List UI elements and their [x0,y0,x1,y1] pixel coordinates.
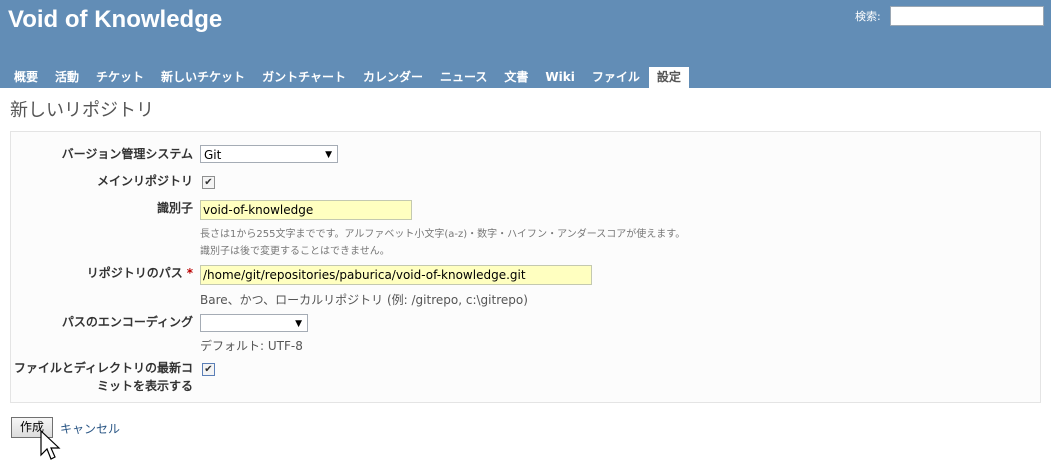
site-title[interactable]: Void of Knowledge [8,6,222,34]
scm-select[interactable]: Git ▼ [200,145,338,163]
check-icon: ✔ [204,177,213,188]
tab-wiki[interactable]: Wiki [537,67,582,88]
identifier-hint-format: 長さは1から255文字までです。アルファベット小文字(a-z)・数字・ハイフン・… [200,229,686,240]
tab-calendar[interactable]: カレンダー [355,67,431,88]
tab-issues[interactable]: チケット [88,67,152,88]
identifier-label: 識別子 [156,201,193,215]
report-last-commit-label-line2: ミットを表示する [96,379,193,393]
report-last-commit-checkbox[interactable]: ✔ [202,363,215,376]
repo-path-label-text: リポジトリのパス [86,266,183,280]
chevron-down-icon: ▼ [325,150,332,160]
page-title: 新しいリポジトリ [10,100,154,121]
main-repo-checkbox[interactable]: ✔ [202,176,215,189]
tab-documents[interactable]: 文書 [496,67,536,88]
required-mark: * [186,266,193,280]
identifier-hint-immutable: 識別子は後で変更することはできません。 [200,246,390,257]
tab-activity[interactable]: 活動 [47,67,87,88]
repository-form: バージョン管理システム Git ▼ メインリポジトリ ✔ 識別子 長さは1から2… [10,131,1041,403]
check-icon: ✔ [204,364,213,375]
tab-files[interactable]: ファイル [584,67,648,88]
chevron-down-icon: ▼ [295,319,302,329]
repo-path-input[interactable] [200,265,592,285]
header: Void of Knowledge 検索: 概要 活動 チケット 新しいチケット… [0,0,1051,88]
cancel-link[interactable]: キャンセル [60,420,120,437]
path-encoding-select[interactable]: ▼ [200,314,308,332]
repo-path-hint: Bare、かつ、ローカルリポジトリ (例: /gitrepo, c:\gitre… [200,293,528,307]
tab-new-issue[interactable]: 新しいチケット [153,67,253,88]
main-repo-label: メインリポジトリ [96,174,193,188]
repo-path-label: リポジトリのパス * [11,266,193,281]
tab-settings[interactable]: 設定 [648,67,689,88]
scm-select-value: Git [204,148,222,162]
tab-overview[interactable]: 概要 [6,67,46,88]
search-label: 検索: [855,10,881,23]
scm-label: バージョン管理システム [61,147,193,161]
report-last-commit-label-line1: ファイルとディレクトリの最新コ [13,361,193,375]
path-encoding-label: パスのエンコーディング [61,315,193,329]
tab-gantt[interactable]: ガントチャート [254,67,354,88]
report-last-commit-label: ファイルとディレクトリの最新コ ミットを表示する [11,361,193,394]
tab-news[interactable]: ニュース [432,67,495,88]
main-menu: 概要 活動 チケット 新しいチケット ガントチャート カレンダー ニュース 文書… [6,67,690,88]
path-encoding-hint: デフォルト: UTF-8 [200,339,303,353]
identifier-input[interactable] [200,200,412,220]
mouse-cursor-icon [40,430,61,460]
search-input[interactable] [890,6,1044,26]
